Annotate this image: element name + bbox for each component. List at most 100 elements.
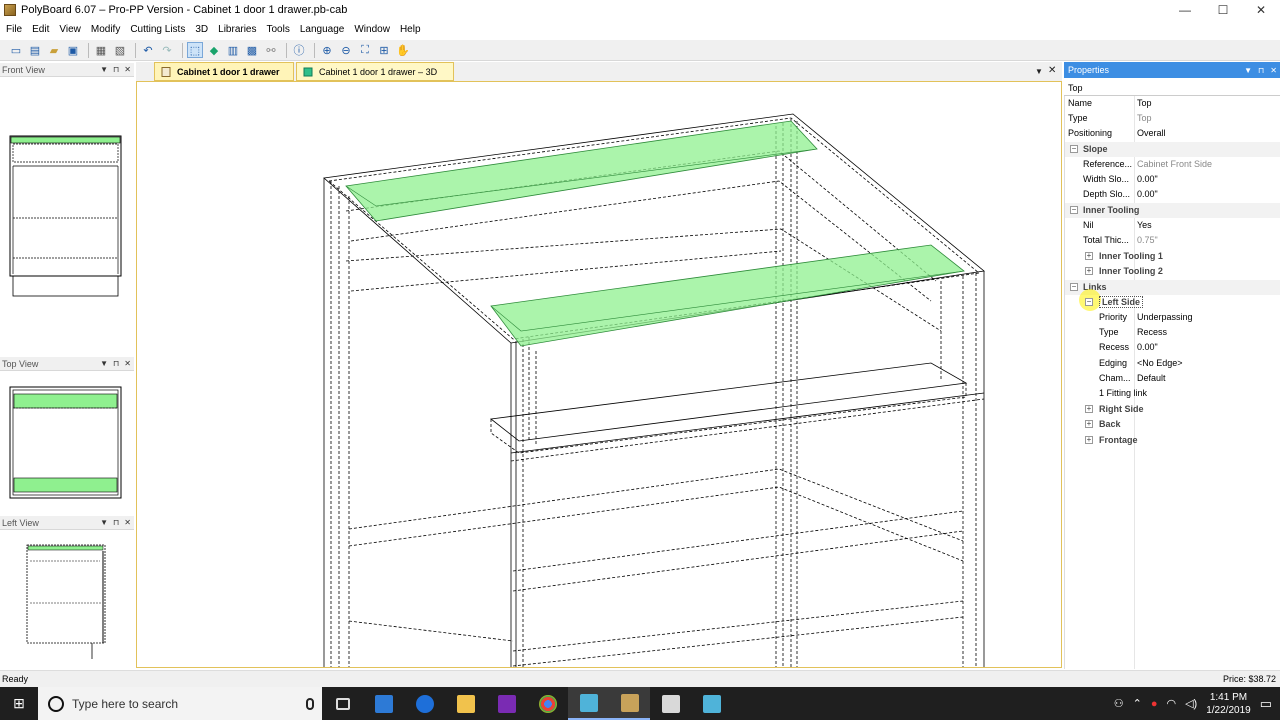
view-3d-icon[interactable]: ◆: [206, 42, 222, 58]
collapse-icon[interactable]: −: [1085, 298, 1093, 306]
undo-icon[interactable]: ↶: [140, 42, 156, 58]
close-icon[interactable]: ✕: [124, 359, 131, 368]
maximize-button[interactable]: ☐: [1204, 3, 1242, 17]
expand-icon[interactable]: +: [1085, 267, 1093, 275]
group-left-side[interactable]: − Left Side: [1065, 289, 1280, 311]
minimize-button[interactable]: —: [1166, 3, 1204, 17]
cabinet-3d-viewport[interactable]: [136, 81, 1062, 668]
chrome-icon[interactable]: [527, 687, 568, 720]
category-inner-tooling[interactable]: − Inner Tooling: [1065, 203, 1280, 218]
save-icon[interactable]: ▣: [65, 42, 81, 58]
menu-libraries[interactable]: Libraries: [218, 24, 256, 35]
onenote-icon[interactable]: [486, 687, 527, 720]
menu-modify[interactable]: Modify: [91, 24, 120, 35]
notifications-icon[interactable]: ▭: [1260, 696, 1272, 712]
group-frontage[interactable]: + Frontage: [1065, 433, 1280, 448]
open-icon[interactable]: ▤: [27, 42, 43, 58]
polyboard2-icon[interactable]: [691, 687, 732, 720]
menu-3d[interactable]: 3D: [195, 24, 208, 35]
zoom-out-icon[interactable]: ⊖: [338, 42, 354, 58]
group-inner-tooling-2[interactable]: + Inner Tooling 2: [1065, 264, 1280, 279]
menu-edit[interactable]: Edit: [32, 24, 49, 35]
collapse-icon[interactable]: −: [1070, 206, 1078, 214]
prop-reference[interactable]: Reference... Cabinet Front Side: [1065, 157, 1280, 172]
category-slope[interactable]: − Slope: [1065, 142, 1280, 157]
chevron-up-icon[interactable]: ⌃: [1133, 697, 1142, 710]
dropdown-icon[interactable]: ▼: [1244, 66, 1252, 75]
object-selector[interactable]: Top: [1064, 81, 1280, 96]
task-view-icon[interactable]: [322, 687, 363, 720]
dropdown-icon[interactable]: ▼: [100, 65, 108, 74]
prop-edging[interactable]: Edging <No Edge>: [1065, 356, 1280, 371]
pin-icon[interactable]: ⊓: [113, 518, 119, 527]
microphone-icon[interactable]: [306, 697, 314, 710]
info-icon[interactable]: ⓘ: [291, 42, 307, 58]
tab-list-dropdown[interactable]: ▼: [1035, 67, 1043, 76]
print-icon[interactable]: ▦: [93, 42, 109, 58]
prop-priority[interactable]: Priority Underpassing: [1065, 310, 1280, 325]
group-back[interactable]: + Back: [1065, 417, 1280, 432]
tab-cabinet-2d[interactable]: Cabinet 1 door 1 drawer: [154, 62, 294, 81]
expand-icon[interactable]: +: [1085, 436, 1093, 444]
prop-nil[interactable]: Nil Yes: [1065, 218, 1280, 233]
prop-link-type[interactable]: Type Recess: [1065, 325, 1280, 340]
new-icon[interactable]: ▭: [8, 42, 24, 58]
expand-icon[interactable]: +: [1085, 420, 1093, 428]
menu-view[interactable]: View: [59, 24, 81, 35]
highlighted-rail-front[interactable]: [490, 244, 965, 347]
prop-fitting-link[interactable]: 1 Fitting link: [1065, 386, 1280, 401]
store-icon[interactable]: [363, 687, 404, 720]
volume-icon[interactable]: ◁): [1185, 697, 1197, 710]
link-icon[interactable]: ⚯: [263, 42, 279, 58]
menu-file[interactable]: File: [6, 24, 22, 35]
select-icon[interactable]: ⬚: [187, 42, 203, 58]
pin-icon[interactable]: ⊓: [1258, 66, 1264, 75]
close-icon[interactable]: ✕: [124, 65, 131, 74]
menu-language[interactable]: Language: [300, 24, 345, 35]
prop-recess[interactable]: Recess 0.00": [1065, 340, 1280, 355]
people-icon[interactable]: ⚇: [1114, 697, 1124, 710]
tab-cabinet-3d[interactable]: Cabinet 1 door 1 drawer – 3D: [296, 62, 454, 81]
polyboard-icon[interactable]: [568, 687, 609, 720]
group-inner-tooling-1[interactable]: + Inner Tooling 1: [1065, 249, 1280, 264]
close-icon[interactable]: ✕: [124, 518, 131, 527]
print-preview-icon[interactable]: ▧: [112, 42, 128, 58]
prop-chamfer[interactable]: Cham... Default: [1065, 371, 1280, 386]
pan-icon[interactable]: ✋: [395, 42, 411, 58]
teamviewer-icon[interactable]: [404, 687, 445, 720]
zoom-fit-icon[interactable]: ⛶: [357, 42, 373, 58]
redo-icon[interactable]: ↷: [159, 42, 175, 58]
menu-help[interactable]: Help: [400, 24, 421, 35]
expand-icon[interactable]: +: [1085, 252, 1093, 260]
antivirus-icon[interactable]: ●: [1151, 698, 1158, 710]
zoom-in-icon[interactable]: ⊕: [319, 42, 335, 58]
prop-width-slope[interactable]: Width Slo... 0.00": [1065, 172, 1280, 187]
wifi-icon[interactable]: ◠: [1166, 697, 1176, 710]
menu-cutting-lists[interactable]: Cutting Lists: [130, 24, 185, 35]
dropdown-icon[interactable]: ▼: [100, 518, 108, 527]
explorer-icon[interactable]: [445, 687, 486, 720]
group-right-side[interactable]: + Right Side: [1065, 402, 1280, 417]
polyboard-doc-icon[interactable]: [609, 687, 650, 720]
windows-start-icon[interactable]: ⊞: [0, 687, 38, 720]
prop-name[interactable]: Name Top: [1065, 96, 1280, 111]
prop-total-thickness[interactable]: Total Thic... 0.75": [1065, 233, 1280, 248]
close-button[interactable]: ✕: [1242, 3, 1280, 17]
pin-icon[interactable]: ⊓: [113, 65, 119, 74]
expand-icon[interactable]: +: [1085, 405, 1093, 413]
taskbar-search[interactable]: Type here to search: [38, 687, 322, 720]
menu-tools[interactable]: Tools: [267, 24, 290, 35]
dropdown-icon[interactable]: ▼: [100, 359, 108, 368]
prop-type[interactable]: Type Top: [1065, 111, 1280, 126]
zoom-window-icon[interactable]: ⊞: [376, 42, 392, 58]
collapse-icon[interactable]: −: [1070, 283, 1078, 291]
highlighted-rail-back[interactable]: [345, 120, 818, 222]
prop-positioning[interactable]: Positioning Overall: [1065, 126, 1280, 141]
cabinet-icon[interactable]: ▩: [244, 42, 260, 58]
close-icon[interactable]: ✕: [1270, 66, 1277, 75]
clock[interactable]: 1:41 PM 1/22/2019: [1206, 691, 1251, 717]
render-icon[interactable]: ▥: [225, 42, 241, 58]
pin-icon[interactable]: ⊓: [113, 359, 119, 368]
collapse-icon[interactable]: −: [1070, 145, 1078, 153]
menu-window[interactable]: Window: [354, 24, 390, 35]
